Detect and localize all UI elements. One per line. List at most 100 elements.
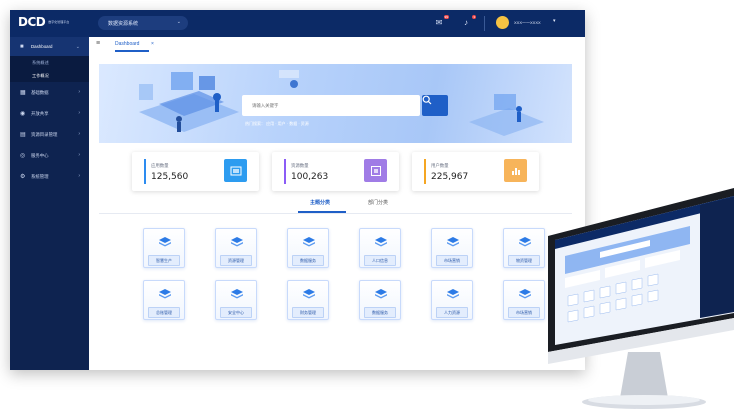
stat-card-users: 用户数量 225,967 (412, 152, 539, 191)
tab-theme[interactable]: 主题分类 (310, 199, 330, 206)
tab-bar: ≡ Dashboard × (89, 37, 585, 52)
tile-item[interactable]: 数据服务 (287, 228, 329, 268)
logo-mark: DCD (18, 15, 46, 29)
sidebar-subitem-label: 系统概述 (32, 59, 49, 65)
resources-icon (364, 159, 387, 182)
user-name[interactable]: XXX一一XXXX (514, 20, 541, 26)
tile-item[interactable]: 人口信息 (359, 228, 401, 268)
tile-item[interactable]: 人力资源 (431, 280, 473, 320)
stack-icon (375, 237, 387, 247)
tile-label: 总账管理 (148, 307, 180, 318)
tile-label: 智慧生产 (148, 255, 180, 266)
stat-label: 应用数量 (151, 163, 169, 168)
system-select[interactable]: 数据资源系统 ⌄ (98, 16, 188, 30)
tile-item[interactable]: 物资管理 (503, 228, 545, 268)
category-tabs: 主题分类 部门分类 (89, 194, 585, 216)
stat-value: 100,263 (291, 172, 329, 182)
chevron-right-icon: › (78, 110, 80, 116)
sidebar-item-service[interactable]: ◎ 服务中心 › (10, 145, 89, 166)
stack-icon (231, 237, 243, 247)
stat-label: 用户数量 (431, 163, 449, 168)
top-bar: DCD 数字化管理平台 数据资源系统 ⌄ ✉ 99 ♪ 3 XXX一一XXXX … (10, 10, 585, 37)
tile-label: 市场营销 (508, 307, 540, 318)
stat-value: 125,560 (151, 172, 189, 182)
divider (99, 213, 572, 214)
stack-icon (519, 237, 531, 247)
sidebar: ■ Dashboard ⌄ 系统概述 工作概况 ▦ 基础数据 › ◉ 开放共享 … (10, 37, 89, 370)
stat-card-resources: 资源数量 100,263 (272, 152, 399, 191)
stack-icon (447, 237, 459, 247)
settings-icon: ⚙ (20, 173, 26, 180)
sidebar-item-share[interactable]: ◉ 开放共享 › (10, 103, 89, 124)
tile-label: 财务管理 (292, 307, 324, 318)
search-icon (422, 95, 432, 105)
stat-card-apps: 应用数量 125,560 (132, 152, 259, 191)
sidebar-subitem-label: 工作概况 (32, 72, 49, 78)
search-input[interactable] (242, 95, 420, 116)
tile-label: 资源管理 (220, 255, 252, 266)
sidebar-item-label: 系统管理 (31, 173, 49, 179)
stack-icon (231, 289, 243, 299)
bell-icon[interactable]: ♪ 3 (461, 15, 476, 28)
tab-dashboard[interactable]: Dashboard (115, 41, 139, 47)
sidebar-item-system[interactable]: ⚙ 系统管理 › (10, 166, 89, 187)
tile-item[interactable]: 市场营销 (431, 228, 473, 268)
stack-icon (303, 289, 315, 299)
tab-department[interactable]: 部门分类 (368, 199, 388, 206)
avatar[interactable] (496, 16, 509, 29)
hot-search-text: 热门搜索： 应用 · 用户 · 数据 · 资源 (245, 121, 309, 126)
logo: DCD 数字化管理平台 (18, 15, 69, 29)
tile-item[interactable]: 数据服务 (359, 280, 401, 320)
stack-icon (303, 237, 315, 247)
tile-label: 人力资源 (436, 307, 468, 318)
close-icon[interactable]: × (151, 41, 154, 47)
topbar-divider (484, 16, 485, 31)
stat-label: 资源数量 (291, 163, 309, 168)
sidebar-subitem-work[interactable]: 工作概况 (10, 69, 89, 82)
tile-item[interactable]: 智慧生产 (143, 228, 185, 268)
tile-item[interactable]: 安全中心 (215, 280, 257, 320)
chevron-right-icon: › (78, 152, 80, 158)
sidebar-item-dashboard[interactable]: ■ Dashboard ⌄ (10, 37, 89, 56)
tile-item[interactable]: 资源管理 (215, 228, 257, 268)
tile-label: 人口信息 (364, 255, 396, 266)
stack-icon (375, 289, 387, 299)
sidebar-item-label: 开放共享 (31, 110, 49, 116)
stack-icon (159, 237, 171, 247)
chevron-right-icon: › (78, 131, 80, 137)
search-button[interactable] (422, 95, 448, 116)
tile-item[interactable]: 总账管理 (143, 280, 185, 320)
catalog-icon: ▤ (20, 131, 26, 138)
mail-badge: 99 (443, 15, 449, 19)
tile-label: 物资管理 (508, 255, 540, 266)
chevron-right-icon: › (78, 89, 80, 95)
mail-icon[interactable]: ✉ 99 (434, 15, 449, 28)
service-icon: ◎ (20, 152, 26, 159)
tile-label: 数据服务 (364, 307, 396, 318)
system-select-value: 数据资源系统 (108, 20, 139, 27)
stack-icon (159, 289, 171, 299)
grid-icon: ▦ (20, 89, 26, 96)
sidebar-item-label: 基础数据 (31, 89, 49, 95)
stack-icon (447, 289, 459, 299)
chevron-down-icon[interactable]: ▾ (553, 18, 556, 24)
search-banner: 热门搜索： 应用 · 用户 · 数据 · 资源 (99, 64, 572, 143)
apps-icon (224, 159, 247, 182)
stat-accent-bar (284, 159, 286, 184)
tile-item[interactable]: 市场营销 (503, 280, 545, 320)
sidebar-item-basic-data[interactable]: ▦ 基础数据 › (10, 82, 89, 103)
sidebar-item-label: 资源目录管理 (31, 131, 58, 137)
logo-subtitle: 数字化管理平台 (48, 20, 70, 24)
tile-label: 安全中心 (220, 307, 252, 318)
chevron-down-icon: ⌄ (75, 44, 80, 50)
bell-badge: 3 (472, 15, 476, 19)
sidebar-item-label: Dashboard (31, 44, 53, 49)
stat-accent-bar (424, 159, 426, 184)
sidebar-subitem-overview[interactable]: 系统概述 (10, 56, 89, 69)
sidebar-item-catalog[interactable]: ▤ 资源目录管理 › (10, 124, 89, 145)
tile-item[interactable]: 财务管理 (287, 280, 329, 320)
menu-toggle-icon[interactable]: ≡ (96, 40, 100, 47)
sidebar-item-label: 服务中心 (31, 152, 49, 158)
stack-icon (519, 289, 531, 299)
dashboard-icon: ■ (20, 43, 24, 50)
